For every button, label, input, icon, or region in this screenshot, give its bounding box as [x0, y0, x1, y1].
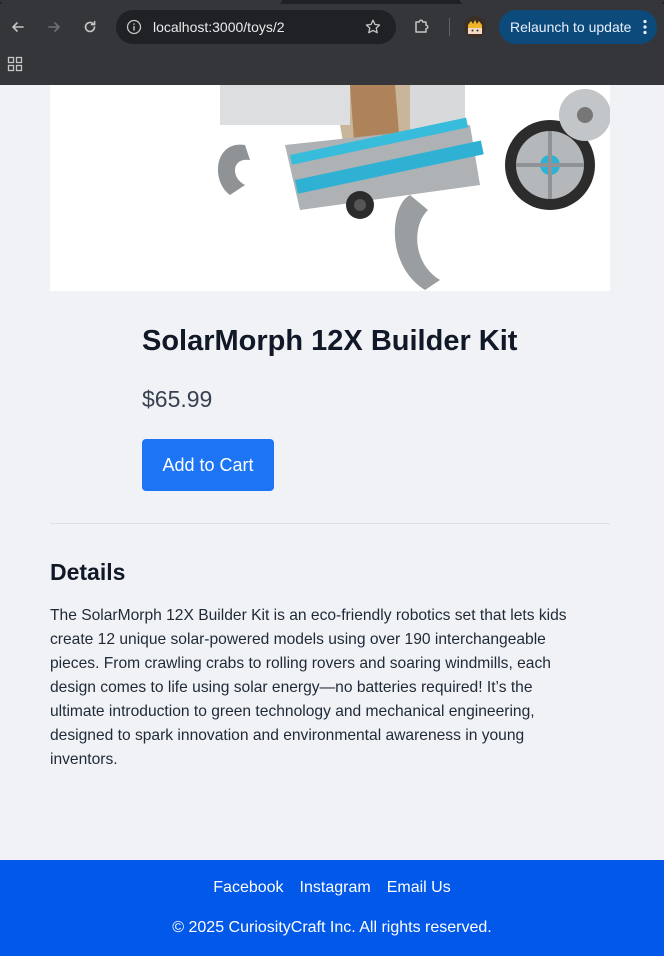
footer-links: Facebook Instagram Email Us — [0, 879, 664, 897]
avatar[interactable] — [464, 16, 486, 38]
star-icon[interactable] — [364, 18, 382, 36]
copyright-text: © 2025 CuriosityCraft Inc. All rights re… — [172, 919, 492, 936]
back-button[interactable] — [5, 14, 31, 40]
forward-button[interactable] — [41, 14, 67, 40]
details-description: The SolarMorph 12X Builder Kit is an eco… — [50, 607, 567, 768]
active-tab-edge — [0, 0, 282, 4]
toolbar-divider — [449, 18, 450, 36]
site-footer: Facebook Instagram Email Us © 2025 Curio… — [0, 860, 664, 956]
puzzle-icon[interactable] — [412, 16, 432, 36]
footer-link-instagram[interactable]: Instagram — [300, 879, 371, 897]
product-price: $65.99 — [142, 386, 213, 412]
product-image — [50, 85, 610, 291]
arrow-left-icon — [12, 22, 24, 32]
arrow-right-icon — [48, 22, 60, 32]
footer-link-email[interactable]: Email Us — [387, 879, 451, 897]
address-bar[interactable]: localhost:3000/toys/2 — [116, 10, 396, 44]
section-divider — [50, 523, 610, 524]
info-icon[interactable] — [126, 19, 142, 35]
url-text[interactable]: localhost:3000/toys/2 — [153, 19, 285, 35]
tab-edge — [460, 0, 664, 4]
kebab-menu-icon[interactable] — [643, 19, 647, 35]
reload-button[interactable] — [77, 14, 103, 40]
browser-toolbar: localhost:3000/toys/2 Relaunch to update — [0, 0, 664, 85]
robot-illustration — [50, 85, 610, 291]
profile-icon — [464, 16, 486, 38]
add-to-cart-button[interactable]: Add to Cart — [142, 439, 274, 491]
product-title: SolarMorph 12X Builder Kit — [142, 325, 518, 357]
apps-grid-icon[interactable] — [7, 56, 23, 72]
reload-icon — [84, 20, 96, 33]
details-heading: Details — [50, 559, 126, 585]
footer-link-facebook[interactable]: Facebook — [213, 879, 283, 897]
relaunch-button[interactable]: Relaunch to update — [499, 10, 657, 44]
page-content: SolarMorph 12X Builder Kit $65.99 Add to… — [0, 85, 664, 956]
relaunch-label: Relaunch to update — [510, 19, 632, 35]
